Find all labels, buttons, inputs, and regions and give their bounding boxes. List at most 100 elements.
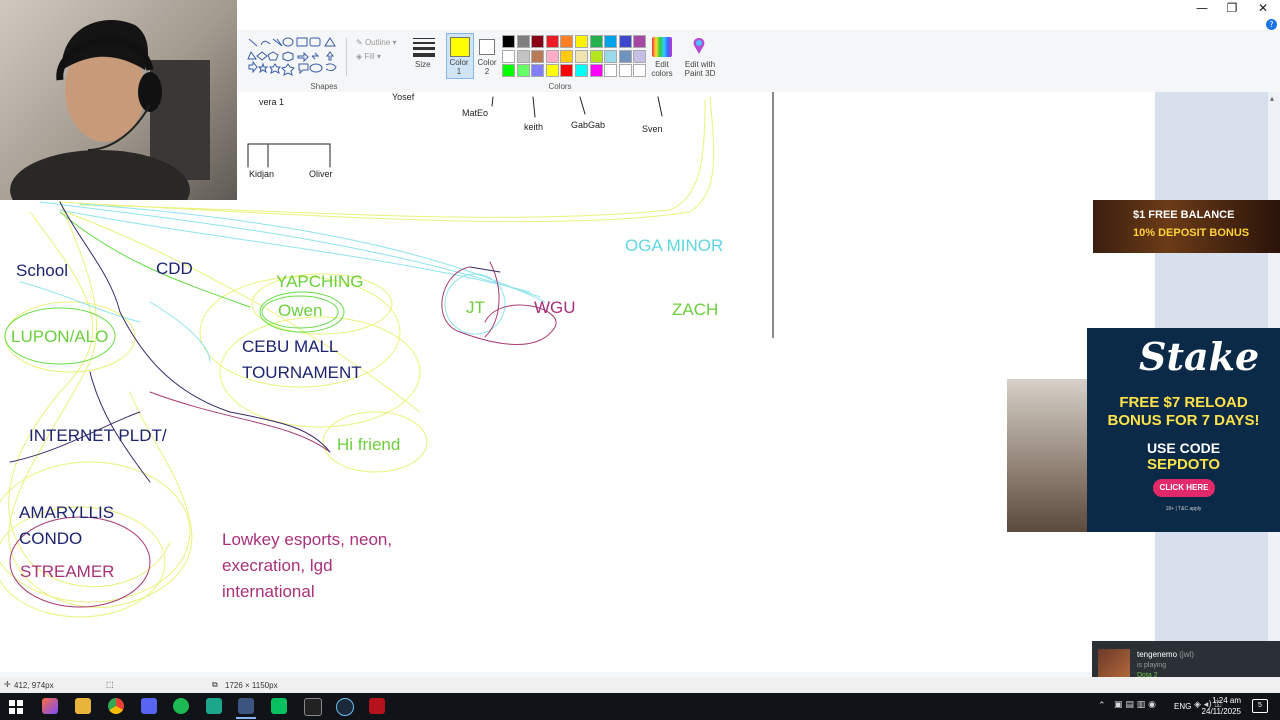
color-palette[interactable]	[502, 35, 650, 79]
file-explorer-icon[interactable]	[75, 698, 91, 714]
color1-swatch	[450, 37, 470, 57]
color2-swatch[interactable]	[479, 39, 495, 55]
label-lowkey-line2: execration, lgd	[222, 556, 333, 575]
palette-swatch[interactable]	[604, 35, 618, 48]
shapes-grid-icon	[247, 37, 337, 76]
palette-swatch[interactable]	[589, 49, 603, 63]
label-amaryllis: AMARYLLIS	[19, 503, 115, 522]
capcut-icon[interactable]	[304, 698, 322, 716]
selection-icon: ⬚	[106, 680, 114, 689]
canvas-size-icon: ⧉	[212, 680, 218, 689]
palette-swatch[interactable]	[545, 49, 559, 63]
label-condo: CONDO	[19, 529, 83, 548]
clock-date[interactable]: 24/11/2025	[1196, 707, 1241, 716]
fill-dropdown[interactable]: ◈ Fill ▾	[356, 52, 381, 61]
windows-start-icon[interactable]	[9, 699, 23, 714]
palette-swatch[interactable]	[531, 35, 545, 48]
palette-swatch[interactable]	[502, 35, 515, 48]
shapes-scroll[interactable]	[346, 38, 353, 76]
label-lowkey-line1: Lowkey esports, neon,	[222, 530, 393, 549]
label-zach: ZACH	[672, 300, 719, 319]
label-cebu-line1: CEBU MALL	[242, 337, 339, 356]
wechat-icon[interactable]	[271, 698, 287, 714]
tree-name: MatEo	[462, 108, 489, 118]
fill-label: Fill	[364, 52, 375, 61]
discord-icon[interactable]	[141, 698, 157, 714]
restore-button[interactable]: ❐	[1216, 0, 1248, 16]
stake-line3: USE CODE	[1146, 440, 1221, 456]
palette-swatch[interactable]	[531, 64, 545, 77]
palette-swatch[interactable]	[633, 64, 647, 77]
palette-swatch[interactable]	[545, 35, 559, 48]
palette-swatch[interactable]	[502, 49, 515, 63]
steam-icon[interactable]	[336, 698, 354, 716]
paint-icon[interactable]	[238, 698, 254, 714]
palette-swatch[interactable]	[618, 64, 632, 77]
shapes-gallery[interactable]	[246, 36, 346, 76]
language-indicator[interactable]: ENG	[1174, 702, 1191, 711]
outline-dropdown[interactable]: ✎ Outline ▾	[356, 38, 397, 47]
edit-colors-icon[interactable]	[652, 37, 672, 57]
toast-username: tengenemo	[1137, 650, 1178, 659]
close-button[interactable]: ✕	[1247, 0, 1279, 16]
scroll-up-icon[interactable]: ▴	[1270, 94, 1274, 103]
palette-swatch[interactable]	[516, 49, 530, 63]
palette-swatch[interactable]	[604, 64, 618, 77]
palette-swatch[interactable]	[633, 35, 647, 48]
webcam-overlay	[0, 0, 237, 230]
label-yapching: YAPCHING	[276, 272, 364, 291]
stake-line2: BONUS FOR 7 DAYS!	[1107, 412, 1260, 429]
dota2-icon[interactable]	[369, 698, 385, 714]
label-cdd: CDD	[156, 259, 193, 278]
stake-click-button[interactable]: CLICK HERE	[1153, 479, 1215, 497]
help-icon[interactable]: ?	[1266, 19, 1277, 30]
palette-swatch[interactable]	[560, 35, 574, 48]
tree-name: GabGab	[571, 120, 606, 130]
outline-label: Outline	[364, 38, 391, 47]
palette-swatch[interactable]	[502, 64, 515, 77]
palette-swatch[interactable]	[575, 64, 588, 77]
palette-swatch[interactable]	[589, 35, 603, 48]
palette-swatch[interactable]	[531, 49, 545, 63]
clock-time[interactable]: 1:24 am	[1201, 696, 1241, 705]
palette-swatch[interactable]	[604, 49, 618, 63]
cursor-position: 412, 974px	[14, 681, 54, 690]
palette-swatch[interactable]	[618, 49, 632, 63]
label-internet: INTERNET PLDT/	[29, 426, 167, 445]
copilot-icon[interactable]	[42, 698, 58, 714]
tree-name: keith	[524, 122, 544, 132]
tree-name: Oliver	[309, 169, 333, 179]
line-size-icon	[413, 38, 435, 57]
shapes-group-label: Shapes	[310, 82, 338, 91]
palette-swatch[interactable]	[575, 35, 588, 48]
ad-top-line1: $1 FREE BALANCE	[1133, 209, 1235, 221]
ad-banner-top[interactable]: $1 FREE BALANCE 10% DEPOSIT BONUS	[1093, 200, 1280, 253]
streamer-figure-icon	[10, 20, 210, 230]
palette-swatch[interactable]	[560, 49, 574, 63]
app-icon[interactable]	[206, 698, 222, 714]
palette-swatch[interactable]	[516, 35, 530, 48]
size-button[interactable]	[412, 36, 436, 60]
palette-swatch[interactable]	[516, 64, 530, 77]
tray-icons[interactable]: ▣ ▤ ▥ ◉	[1114, 700, 1156, 710]
edit-colors-label[interactable]: Edit colors	[648, 60, 676, 78]
tray-overflow-icon[interactable]: ⌃	[1098, 701, 1106, 711]
palette-swatch[interactable]	[618, 35, 632, 48]
label-owen: Owen	[278, 301, 323, 320]
irl-text: IRL	[1047, 331, 1085, 358]
minimize-button[interactable]: —	[1186, 0, 1218, 16]
ad-top-line2: 10% DEPOSIT BONUS	[1133, 227, 1250, 239]
paint3d-label[interactable]: Edit with Paint 3D	[680, 60, 720, 78]
palette-swatch[interactable]	[633, 49, 647, 63]
palette-swatch[interactable]	[545, 64, 559, 77]
palette-swatch[interactable]	[575, 49, 588, 63]
palette-swatch[interactable]	[589, 64, 603, 77]
chrome-icon[interactable]	[108, 698, 124, 714]
label-oga-minor: OGA MINOR	[625, 236, 724, 255]
notification-icon[interactable]: 5	[1252, 699, 1268, 713]
tree-name: Yosef	[392, 92, 415, 102]
spotify-icon[interactable]	[173, 698, 189, 714]
palette-swatch[interactable]	[560, 64, 574, 77]
ad-stake[interactable]: Stake FREE $7 RELOAD BONUS FOR 7 DAYS! U…	[1087, 328, 1280, 532]
paint3d-icon[interactable]	[690, 37, 708, 55]
